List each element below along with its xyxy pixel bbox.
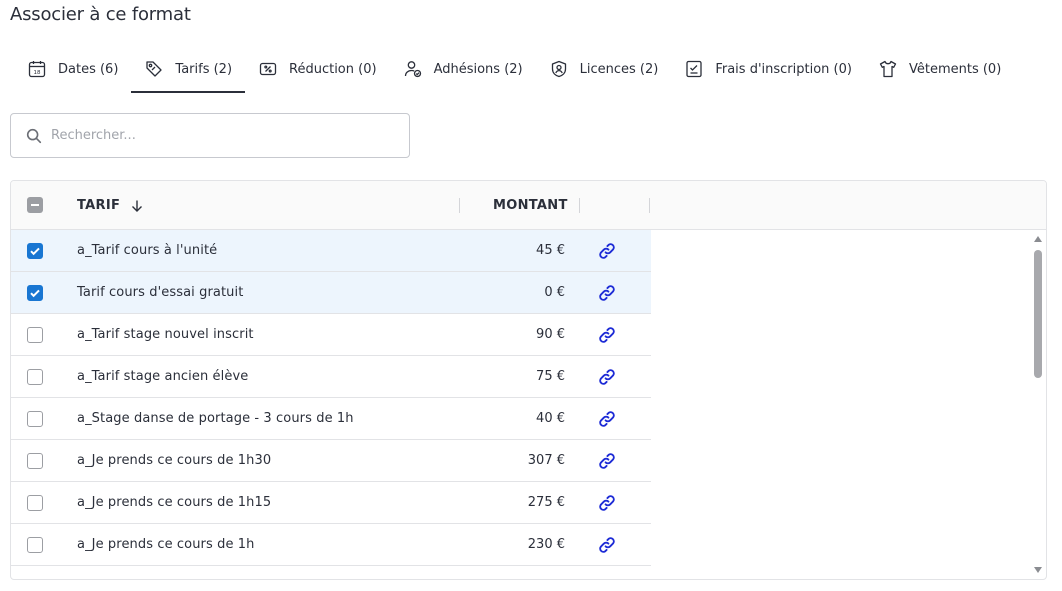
row-checkbox[interactable]: [27, 369, 43, 385]
tab-label: Frais d'inscription (0): [715, 61, 852, 77]
tab-label: Tarifs (2): [175, 61, 233, 77]
table-row[interactable]: a_Tarif cours à l'unité 45 €: [11, 230, 651, 272]
table-row[interactable]: Tarif cours d'essai gratuit 0 €: [11, 272, 651, 314]
column-header-tarif[interactable]: TARIF: [77, 198, 144, 213]
row-montant-value: 45 €: [536, 243, 565, 258]
table-row[interactable]: a_Je prends ce cours de 1h 230 €: [11, 524, 651, 566]
search-icon: [26, 128, 42, 143]
link-icon[interactable]: [597, 367, 617, 387]
tab-adhesions[interactable]: Adhésions (2): [390, 46, 536, 92]
tab-frais-inscription[interactable]: Frais d'inscription (0): [671, 46, 865, 92]
row-montant-value: 0 €: [544, 285, 565, 300]
checkmark-icon: [30, 289, 40, 298]
row-checkbox[interactable]: [27, 537, 43, 553]
row-checkbox[interactable]: [27, 243, 43, 259]
tab-label: Dates (6): [58, 61, 119, 77]
tab-vetements[interactable]: Vêtements (0): [865, 46, 1014, 92]
row-montant-value: 275 €: [527, 495, 565, 510]
tarifs-table: TARIF MONTANT a_Tarif cours à l'unité 45 …: [10, 180, 1047, 580]
table-header: TARIF MONTANT: [11, 181, 1046, 230]
column-divider[interactable]: [459, 198, 460, 213]
arrow-down-icon: [132, 200, 143, 212]
tshirt-icon: [878, 59, 898, 79]
row-checkbox[interactable]: [27, 327, 43, 343]
select-all-checkbox[interactable]: [27, 197, 43, 213]
column-header-tarif-label: TARIF: [77, 198, 121, 213]
scroll-up-arrow-icon[interactable]: [1034, 236, 1042, 242]
vertical-scrollbar[interactable]: [1030, 230, 1046, 579]
tab-label: Réduction (0): [289, 61, 377, 77]
page-title: Associer à ce format: [10, 4, 191, 25]
tab-bar: 18 Dates (6) Tarifs (2) Réduction (0) Ad…: [14, 46, 1014, 94]
search-box: [10, 113, 410, 158]
table-row[interactable]: a_Je prends ce cours de 1h30 307 €: [11, 440, 651, 482]
row-montant-value: 230 €: [527, 537, 565, 552]
row-tarif-label: a_Je prends ce cours de 1h30: [77, 453, 272, 468]
row-tarif-label: a_Je prends ce cours de 1h15: [77, 495, 272, 510]
tab-dates[interactable]: 18 Dates (6): [14, 46, 131, 92]
signature-icon: [684, 59, 704, 79]
table-row[interactable]: a_Stage danse de portage - 3 cours de 1h…: [11, 398, 651, 440]
column-divider[interactable]: [649, 198, 650, 213]
row-checkbox[interactable]: [27, 495, 43, 511]
link-icon[interactable]: [597, 283, 617, 303]
link-icon[interactable]: [597, 535, 617, 555]
row-tarif-label: a_Tarif stage nouvel inscrit: [77, 327, 254, 342]
tab-label: Vêtements (0): [908, 61, 1002, 77]
tab-label: Licences (2): [579, 61, 659, 77]
scroll-down-arrow-icon[interactable]: [1034, 567, 1042, 573]
tab-reduction[interactable]: Réduction (0): [245, 46, 390, 92]
row-tarif-label: Tarif cours d'essai gratuit: [77, 285, 244, 300]
row-montant-value: 307 €: [527, 453, 565, 468]
row-tarif-label: a_Tarif stage ancien élève: [77, 369, 249, 384]
badge-icon: [549, 59, 569, 79]
row-tarif-label: a_Stage danse de portage - 3 cours de 1h: [77, 411, 354, 426]
search-input[interactable]: [51, 128, 371, 143]
table-row[interactable]: a_Je prends ce cours de 1h15 275 €: [11, 482, 651, 524]
tab-label: Adhésions (2): [433, 61, 523, 77]
calendar-icon: 18: [27, 59, 47, 79]
link-icon[interactable]: [597, 493, 617, 513]
user-check-icon: [403, 59, 423, 79]
tab-tarifs[interactable]: Tarifs (2): [131, 46, 245, 93]
link-icon[interactable]: [597, 325, 617, 345]
row-tarif-label: a_Je prends ce cours de 1h: [77, 537, 255, 552]
table-row[interactable]: a_Tarif stage ancien élève 75 €: [11, 356, 651, 398]
table-row[interactable]: a_Tarif stage nouvel inscrit 90 €: [11, 314, 651, 356]
row-montant-value: 75 €: [536, 369, 565, 384]
column-header-montant[interactable]: MONTANT: [493, 198, 568, 213]
row-checkbox[interactable]: [27, 453, 43, 469]
discount-ticket-icon: [258, 59, 278, 79]
row-checkbox[interactable]: [27, 285, 43, 301]
tab-licences[interactable]: Licences (2): [536, 46, 672, 92]
row-montant-value: 40 €: [536, 411, 565, 426]
svg-text:18: 18: [34, 70, 41, 76]
link-icon[interactable]: [597, 409, 617, 429]
checkmark-icon: [30, 247, 40, 256]
table-body: a_Tarif cours à l'unité 45 € Tarif cours d…: [11, 230, 651, 566]
row-checkbox[interactable]: [27, 411, 43, 427]
tag-icon: [144, 59, 164, 79]
link-icon[interactable]: [597, 241, 617, 261]
scrollbar-thumb[interactable]: [1034, 250, 1042, 378]
link-icon[interactable]: [597, 451, 617, 471]
column-divider[interactable]: [579, 198, 580, 213]
row-montant-value: 90 €: [536, 327, 565, 342]
row-tarif-label: a_Tarif cours à l'unité: [77, 243, 218, 258]
